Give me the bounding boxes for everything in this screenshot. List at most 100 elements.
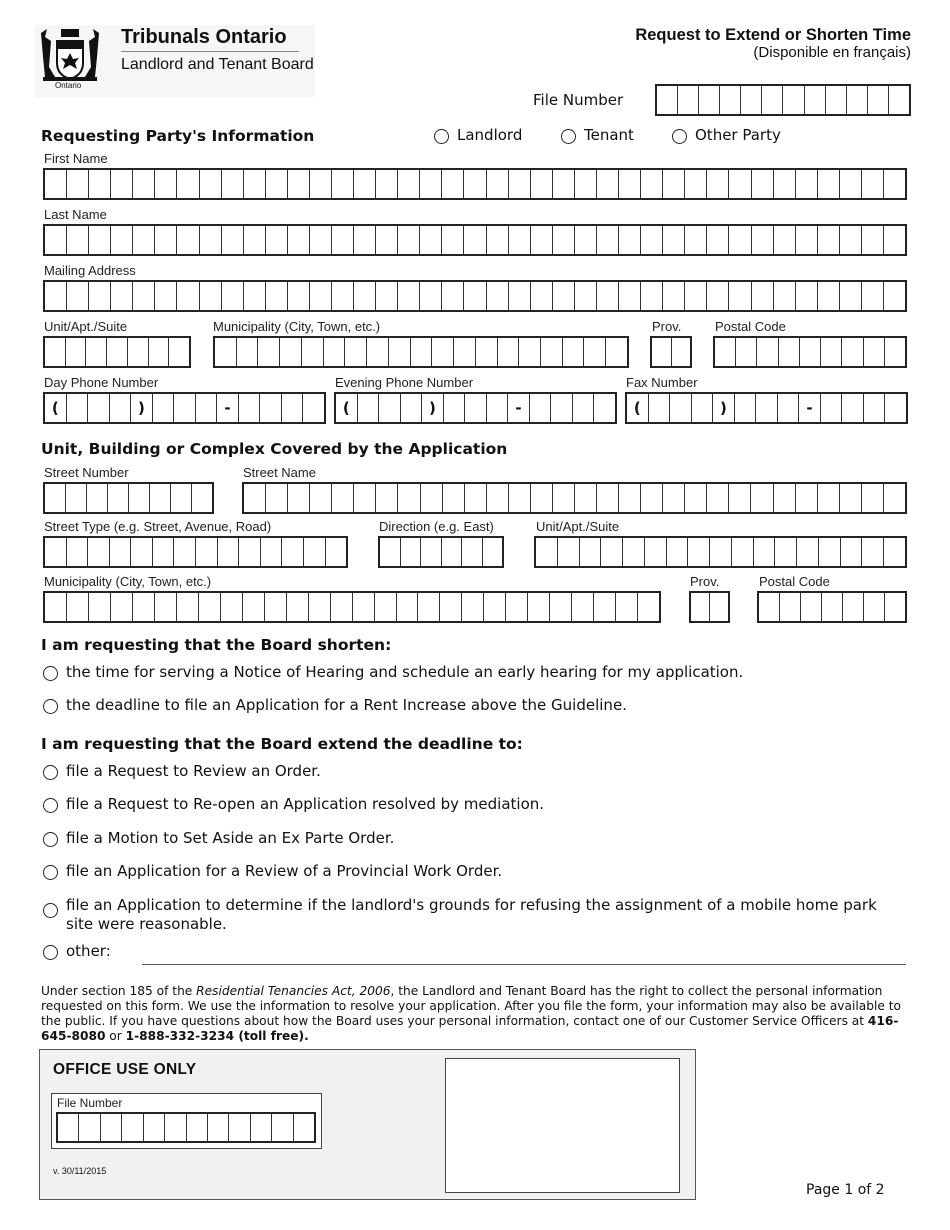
char-cell[interactable] [619, 226, 642, 254]
char-cell[interactable] [756, 394, 778, 422]
char-cell[interactable]: - [217, 394, 239, 422]
char-cell[interactable] [187, 1114, 208, 1141]
char-cell[interactable] [260, 394, 282, 422]
char-cell[interactable] [86, 338, 108, 366]
char-cell[interactable] [45, 484, 66, 512]
char-cell[interactable] [288, 226, 310, 254]
char-cell[interactable] [597, 282, 620, 310]
char-cell[interactable] [353, 593, 375, 621]
char-cell[interactable] [244, 282, 266, 310]
char-cell[interactable] [720, 86, 742, 114]
char-cell[interactable] [251, 1114, 273, 1141]
char-cell[interactable] [889, 86, 909, 114]
char-cell[interactable] [282, 538, 304, 566]
char-cell[interactable] [376, 282, 399, 310]
extend-option-other[interactable]: other: [43, 942, 111, 960]
char-cell[interactable] [354, 170, 377, 198]
char-cell[interactable] [663, 484, 686, 512]
char-cell[interactable] [174, 394, 196, 422]
char-cell[interactable]: ( [45, 394, 67, 422]
char-cell[interactable] [641, 226, 664, 254]
prov-input[interactable] [650, 336, 692, 368]
char-cell[interactable] [580, 538, 602, 566]
char-cell[interactable] [442, 226, 465, 254]
day-phone-input[interactable]: () - [43, 392, 326, 424]
char-cell[interactable] [670, 394, 692, 422]
party-option-tenant[interactable]: Tenant [561, 126, 634, 144]
char-cell[interactable] [821, 338, 843, 366]
char-cell[interactable] [303, 394, 324, 422]
char-cell[interactable] [573, 394, 595, 422]
char-cell[interactable] [779, 338, 800, 366]
char-cell[interactable] [89, 170, 112, 198]
char-cell[interactable] [541, 338, 563, 366]
char-cell[interactable] [310, 484, 333, 512]
char-cell[interactable] [531, 226, 553, 254]
char-cell[interactable] [862, 282, 884, 310]
char-cell[interactable] [509, 226, 531, 254]
party-option-other[interactable]: Other Party [672, 126, 781, 144]
unit-prov-input[interactable] [689, 591, 730, 623]
char-cell[interactable] [442, 282, 465, 310]
char-cell[interactable] [594, 394, 615, 422]
extend-other-radio[interactable] [43, 945, 58, 960]
char-cell[interactable] [310, 170, 333, 198]
char-cell[interactable] [528, 593, 551, 621]
char-cell[interactable] [796, 226, 818, 254]
char-cell[interactable] [667, 538, 689, 566]
extend-option-3[interactable]: file a Motion to Set Aside an Ex Parte O… [43, 829, 394, 847]
char-cell[interactable] [757, 338, 779, 366]
shorten-option-1-radio[interactable] [43, 666, 58, 681]
extend-option-4-radio[interactable] [43, 865, 58, 880]
char-cell[interactable] [398, 282, 421, 310]
char-cell[interactable] [462, 538, 483, 566]
char-cell[interactable] [379, 394, 401, 422]
char-cell[interactable] [465, 484, 487, 512]
char-cell[interactable] [818, 226, 840, 254]
char-cell[interactable] [862, 170, 884, 198]
extend-option-1-radio[interactable] [43, 765, 58, 780]
char-cell[interactable] [796, 282, 818, 310]
char-cell[interactable] [67, 282, 90, 310]
char-cell[interactable] [128, 338, 149, 366]
other-reason-input[interactable] [142, 948, 906, 965]
char-cell[interactable] [885, 394, 906, 422]
unit-building-unit-input[interactable] [534, 536, 907, 568]
char-cell[interactable] [155, 593, 177, 621]
first-name-input[interactable] [43, 168, 907, 200]
char-cell[interactable] [196, 538, 218, 566]
extend-option-5[interactable]: file an Application to determine if the … [43, 896, 883, 934]
char-cell[interactable] [376, 484, 399, 512]
char-cell[interactable] [778, 394, 800, 422]
last-name-input[interactable] [43, 224, 907, 256]
char-cell[interactable] [288, 170, 310, 198]
street-type-input[interactable] [43, 536, 348, 568]
street-number-input[interactable] [43, 482, 214, 514]
char-cell[interactable] [133, 593, 155, 621]
char-cell[interactable] [89, 226, 112, 254]
char-cell[interactable] [797, 538, 819, 566]
char-cell[interactable] [710, 593, 728, 621]
extend-option-2[interactable]: file a Request to Re-open an Application… [43, 795, 544, 813]
char-cell[interactable] [657, 86, 679, 114]
direction-input[interactable] [378, 536, 504, 568]
char-cell[interactable] [847, 86, 868, 114]
mailing-address-input[interactable] [43, 280, 907, 312]
char-cell[interactable] [45, 538, 67, 566]
char-cell[interactable] [153, 538, 175, 566]
char-cell[interactable] [200, 226, 222, 254]
char-cell[interactable] [332, 282, 355, 310]
char-cell[interactable] [266, 226, 288, 254]
char-cell[interactable] [45, 226, 68, 254]
char-cell[interactable] [192, 484, 212, 512]
char-cell[interactable] [443, 484, 465, 512]
char-cell[interactable] [735, 394, 757, 422]
char-cell[interactable] [218, 538, 240, 566]
char-cell[interactable] [623, 538, 645, 566]
char-cell[interactable] [663, 226, 686, 254]
char-cell[interactable]: ( [336, 394, 358, 422]
char-cell[interactable] [304, 538, 326, 566]
char-cell[interactable] [310, 282, 333, 310]
char-cell[interactable] [780, 593, 801, 621]
char-cell[interactable] [553, 282, 575, 310]
